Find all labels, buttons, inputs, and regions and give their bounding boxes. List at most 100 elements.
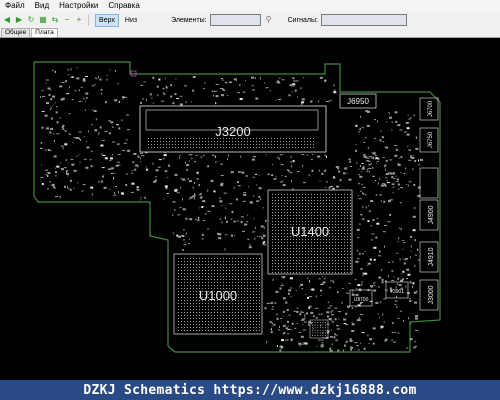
bga-ball: [178, 291, 179, 292]
bga-ball: [347, 239, 348, 240]
search-icon[interactable]: ⚲: [264, 15, 274, 25]
bga-ball: [181, 312, 182, 313]
grid-icon[interactable]: ▦: [38, 15, 48, 25]
pad: [140, 196, 142, 198]
side-top-button[interactable]: Верх: [95, 13, 119, 27]
pad: [207, 228, 210, 230]
menu-help[interactable]: Справка: [103, 0, 144, 12]
bga-ball: [335, 209, 336, 210]
bga-ball: [299, 260, 300, 261]
bga-ball: [284, 227, 285, 228]
arrow-right-icon[interactable]: ▶: [14, 15, 24, 25]
elements-combo[interactable]: [209, 14, 261, 26]
pad: [294, 89, 297, 92]
tab-general[interactable]: Общее: [1, 28, 31, 37]
bga-ball: [317, 248, 318, 249]
bga-ball: [287, 197, 288, 198]
bga-ball: [178, 318, 179, 319]
menu-view[interactable]: Вид: [30, 0, 54, 12]
pad: [377, 120, 378, 123]
pad: [357, 349, 360, 351]
bga-ball: [308, 206, 309, 207]
pad: [301, 318, 305, 321]
menu-file[interactable]: Файл: [0, 0, 30, 12]
pad: [73, 137, 76, 139]
rotate-icon[interactable]: ↻: [26, 15, 36, 25]
zoom-in-icon[interactable]: +: [74, 15, 84, 25]
bga-ball: [338, 242, 339, 243]
pad: [300, 345, 302, 347]
bga-ball: [238, 309, 239, 310]
bga-ball: [284, 272, 285, 273]
pad: [307, 277, 309, 279]
bga-ball: [253, 321, 254, 322]
pad: [302, 324, 304, 326]
bga-ball: [323, 212, 324, 213]
bga-ball: [332, 206, 333, 207]
bga-ball: [232, 258, 233, 259]
bga-ball: [308, 263, 309, 264]
bga-ball: [247, 294, 248, 295]
bga-ball: [329, 248, 330, 249]
zoom-out-icon[interactable]: −: [62, 15, 72, 25]
flip-icon[interactable]: ⇆: [50, 15, 60, 25]
bga-ball: [178, 294, 179, 295]
pad: [189, 196, 193, 199]
pad: [233, 78, 237, 81]
pad: [384, 164, 387, 167]
bga-ball: [272, 215, 273, 216]
bga-ball: [268, 147, 269, 148]
side-bottom-button[interactable]: Низ: [121, 14, 141, 27]
pad: [187, 243, 190, 245]
bga-ball: [154, 147, 155, 148]
bga-ball: [181, 276, 182, 277]
bga-ball: [275, 248, 276, 249]
bga-ball: [205, 267, 206, 268]
pad: [368, 170, 370, 173]
bga-ball: [326, 248, 327, 249]
elements-label: Элементы:: [171, 16, 207, 24]
bga-ball: [229, 315, 230, 316]
bga-ball: [308, 245, 309, 246]
pad: [158, 159, 162, 161]
bga-ball: [253, 306, 254, 307]
pad: [378, 255, 381, 257]
signals-combo[interactable]: [320, 14, 407, 26]
pad: [115, 186, 118, 187]
pad: [357, 284, 361, 287]
bga-ball: [184, 267, 185, 268]
pad: [344, 168, 347, 170]
bga-ball: [329, 257, 330, 258]
bga-ball: [317, 245, 318, 246]
pad: [240, 216, 244, 218]
pad: [238, 84, 241, 86]
tab-board[interactable]: Плата: [31, 28, 58, 37]
bga-ball: [323, 194, 324, 195]
pad: [312, 328, 314, 330]
bga-ball: [190, 258, 191, 259]
pad: [286, 309, 289, 311]
pad: [414, 160, 417, 162]
pad: [182, 198, 183, 201]
bga-ball: [332, 245, 333, 246]
pad: [375, 236, 378, 239]
bga-ball: [272, 197, 273, 198]
pad: [293, 85, 295, 87]
pad: [400, 228, 402, 231]
bga-ball: [259, 264, 260, 265]
bga-ball: [217, 279, 218, 280]
bga-ball: [350, 233, 351, 234]
bga-ball: [187, 258, 188, 259]
bga-ball: [323, 197, 324, 198]
bga-ball: [335, 221, 336, 222]
arrow-left-icon[interactable]: ◀: [2, 15, 12, 25]
pad: [294, 327, 297, 329]
bga-ball: [290, 251, 291, 252]
bga-ball: [241, 264, 242, 265]
bga-ball: [329, 194, 330, 195]
board-canvas[interactable]: J3200 U1400 U1000 J6950 J6700 J6750 J490…: [0, 38, 500, 380]
bga-ball: [244, 258, 245, 259]
bga-ball: [166, 138, 167, 139]
bga-ball: [187, 276, 188, 277]
menu-settings[interactable]: Настройки: [54, 0, 103, 12]
